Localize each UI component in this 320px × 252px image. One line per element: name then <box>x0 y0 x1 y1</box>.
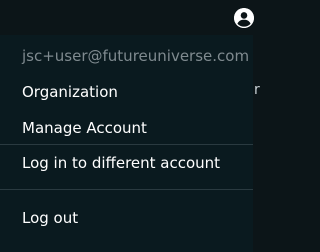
account-email: jsc+user@futureuniverse.com <box>22 47 250 65</box>
menu-item-manage-account[interactable]: Manage Account <box>0 113 253 143</box>
account-avatar-button[interactable] <box>234 8 254 28</box>
menu-item-log-in-different-account[interactable]: Log in to different account <box>0 148 253 178</box>
app-window: r jsc+user@futureuniverse.com Organizati… <box>0 0 261 252</box>
menu-divider <box>0 189 253 190</box>
account-dropdown-menu: jsc+user@futureuniverse.com Organization… <box>0 35 253 252</box>
menu-item-log-out[interactable]: Log out <box>0 203 253 233</box>
menu-item-label: Manage Account <box>22 119 147 137</box>
menu-item-label: Log in to different account <box>22 154 221 172</box>
account-circle-icon <box>234 8 254 28</box>
background-text: r <box>254 82 260 98</box>
menu-item-organization[interactable]: Organization <box>0 77 253 107</box>
menu-item-label: Organization <box>22 83 118 101</box>
menu-divider <box>0 144 253 145</box>
menu-item-label: Log out <box>22 209 79 227</box>
